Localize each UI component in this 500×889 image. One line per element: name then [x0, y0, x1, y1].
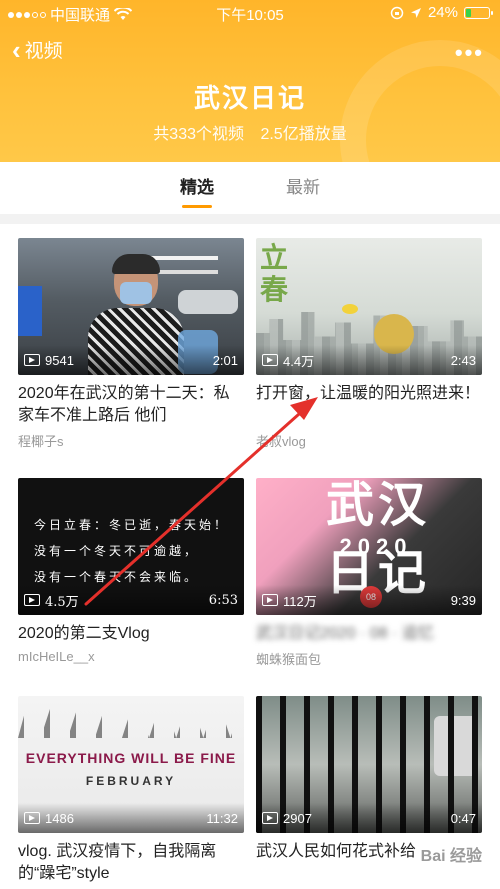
video-thumbnail[interactable]: 今日立春：冬已逝，春天始！ 没有一个冬天不可逾越， 没有一个春天不会来临。 4.… [18, 478, 244, 615]
video-author[interactable]: 蜘蛛猴面包 [256, 649, 482, 668]
play-count-icon [24, 354, 40, 366]
lock-rotation-icon [390, 6, 404, 19]
back-button[interactable]: ‹ 视频 [12, 36, 63, 63]
duration: 9:39 [450, 592, 476, 608]
video-card[interactable]: 立春 4.4万 2:43 打开窗，让温暖的阳光照进来！ 老叔vlog [256, 238, 482, 450]
view-count: 112万 [283, 593, 317, 609]
duration: 2:43 [450, 352, 476, 368]
thumbnail-overlay: 4.4万 2:43 [256, 345, 482, 375]
play-count-icon [24, 594, 40, 606]
play-count: 2.5亿播放量 [260, 126, 347, 143]
video-thumbnail[interactable]: EVERYTHING WILL BE FINE FEBRUARY 1486 11… [18, 696, 244, 833]
duration: 6:53 [208, 592, 238, 608]
status-right: 24% [390, 4, 493, 21]
video-title[interactable]: vlog. 武汉疫情下，自我隔离的“躁宅”style [18, 841, 244, 885]
header: 中国联通 下午10:05 24% ‹ 视频 ••• 武汉日记 共333个视频 2… [0, 0, 500, 162]
video-title[interactable]: 2020年在武汉的第十二天：私家车不准上路后 他们 [18, 383, 244, 427]
channel-stats: 共333个视频 2.5亿播放量 [0, 120, 500, 144]
more-options-icon[interactable]: ••• [455, 40, 484, 66]
thumbnail-overlay: 9541 2:01 [18, 345, 244, 375]
video-author[interactable]: 程椰子s [18, 431, 244, 450]
duration: 0:47 [450, 810, 476, 826]
view-count: 4.4万 [283, 353, 315, 369]
page-title: 武汉日记 [193, 83, 306, 113]
chevron-left-icon: ‹ [12, 34, 21, 65]
video-thumbnail[interactable]: 武汉 2020 日记 08 112万 9:39 [256, 478, 482, 615]
play-count-icon [262, 354, 278, 366]
watermark: Bai 经验 [420, 848, 482, 865]
duration: 2:01 [212, 352, 238, 368]
location-icon [410, 7, 421, 18]
play-count-icon [262, 594, 278, 606]
video-author[interactable]: mIcHeILe__x [18, 649, 244, 664]
thumbnail-overlay: 112万 9:39 [256, 585, 482, 615]
thumbnail-overlay: 2907 0:47 [256, 803, 482, 833]
view-count: 2907 [283, 810, 312, 826]
thumbnail-overlay: 1486 11:32 [18, 803, 244, 833]
thumbnail-line-1: EVERYTHING WILL BE FINE [25, 750, 237, 766]
view-count: 1486 [45, 810, 74, 826]
status-bar: 中国联通 下午10:05 24% [0, 0, 500, 26]
thumbnail-title-top: 武汉 [325, 479, 430, 532]
battery-icon [464, 6, 493, 19]
video-title[interactable]: 武汉日记2020 · 08 · 追忆 [256, 623, 482, 645]
video-count: 共333个视频 [153, 126, 244, 143]
play-count-icon [262, 812, 278, 824]
video-author[interactable]: 老叔vlog [256, 431, 482, 450]
thumbnail-overlay: 4.5万 6:53 [18, 585, 244, 615]
play-count-icon [24, 812, 40, 824]
video-card[interactable]: EVERYTHING WILL BE FINE FEBRUARY 1486 11… [18, 696, 244, 885]
video-title[interactable]: 打开窗，让温暖的阳光照进来！ [256, 383, 482, 427]
thumbnail-line-2: FEBRUARY [85, 774, 177, 788]
video-grid: 9541 2:01 2020年在武汉的第十二天：私家车不准上路后 他们 程椰子s… [0, 224, 500, 889]
video-card[interactable]: 9541 2:01 2020年在武汉的第十二天：私家车不准上路后 他们 程椰子s [18, 238, 244, 450]
view-count: 9541 [45, 352, 74, 368]
video-thumbnail[interactable]: 9541 2:01 [18, 238, 244, 375]
battery-percent: 24% [427, 4, 458, 21]
thumbnail-poem: 今日立春：冬已逝，春天始！ 没有一个冬天不可逾越， 没有一个春天不会来临。 [34, 518, 230, 584]
tab-bar: 精选 最新 [0, 162, 500, 214]
video-card[interactable]: 武汉 2020 日记 08 112万 9:39 武汉日记2020 · 08 · … [256, 478, 482, 668]
video-title[interactable]: 2020的第二支Vlog [18, 623, 244, 645]
tab-latest[interactable]: 最新 [282, 162, 324, 214]
back-label: 视频 [24, 41, 63, 62]
video-thumbnail[interactable]: 2907 0:47 [256, 696, 482, 833]
video-thumbnail[interactable]: 立春 4.4万 2:43 [256, 238, 482, 375]
view-count: 4.5万 [45, 594, 79, 610]
thumbnail-text: 立春 [260, 242, 289, 305]
tab-featured[interactable]: 精选 [176, 162, 218, 214]
duration: 11:32 [206, 810, 238, 826]
video-card[interactable]: 今日立春：冬已逝，春天始！ 没有一个冬天不可逾越， 没有一个春天不会来临。 4.… [18, 478, 244, 664]
